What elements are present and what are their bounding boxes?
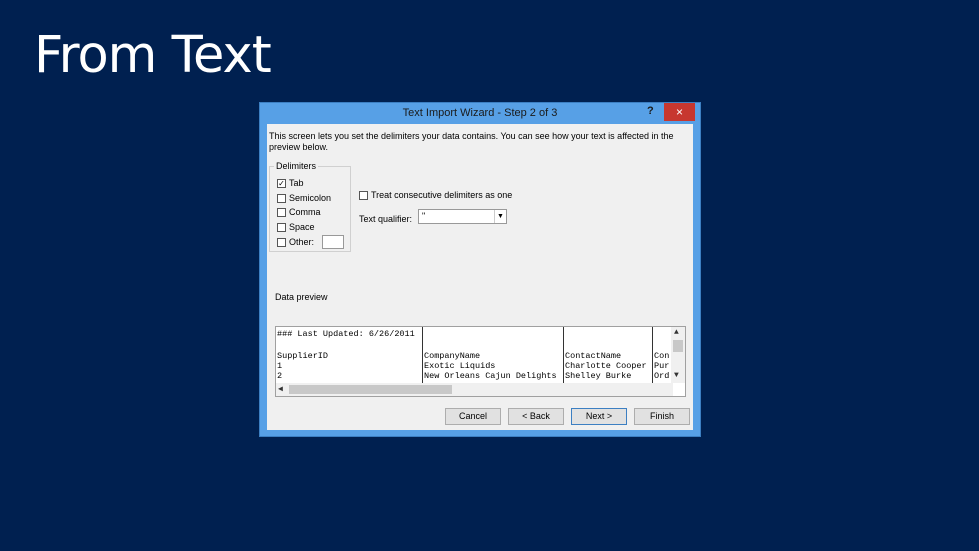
dialog-titlebar[interactable]: Text Import Wizard - Step 2 of 3 ? × <box>260 103 700 124</box>
preview-cell: CompanyName <box>424 351 481 361</box>
comma-label: Comma <box>289 207 321 217</box>
preview-column[interactable]: Con Pur Ord <box>653 327 672 383</box>
wizard-description: This screen lets you set the delimiters … <box>269 131 674 152</box>
dialog-body: This screen lets you set the delimiters … <box>267 124 693 430</box>
comma-checkbox[interactable] <box>277 207 286 217</box>
preview-cell: New Orleans Cajun Delights <box>424 371 557 381</box>
scroll-up-icon[interactable]: ▲ <box>674 328 679 337</box>
close-button[interactable]: × <box>664 103 695 121</box>
preview-column[interactable]: CompanyName Exotic Liquids New Orleans C… <box>423 327 564 383</box>
vertical-scroll-thumb[interactable] <box>673 340 683 352</box>
preview-cell: 2 <box>277 371 283 381</box>
dialog-title: Text Import Wizard - Step 2 of 3 <box>402 107 558 119</box>
next-button[interactable]: Next > <box>571 408 627 425</box>
consecutive-delimiters-checkbox[interactable] <box>359 190 368 200</box>
space-checkbox[interactable] <box>277 222 286 232</box>
preview-cell: Shelley Burke <box>565 371 632 381</box>
slide-title: From Text <box>34 26 272 85</box>
cancel-button[interactable]: Cancel <box>445 408 501 425</box>
data-preview-grid[interactable]: ### Last Updated: 6/26/2011 SupplierID 1… <box>275 326 686 397</box>
horizontal-scroll-thumb[interactable] <box>289 385 452 394</box>
comma-checkbox-row[interactable]: Comma <box>277 206 321 218</box>
text-qualifier-select[interactable]: " ▼ <box>418 209 507 224</box>
preview-column[interactable]: ContactName Charlotte Cooper Shelley Bur… <box>564 327 653 383</box>
preview-cell: Exotic Liquids <box>424 361 496 371</box>
preview-cell: Ord <box>654 371 670 381</box>
tab-label: Tab <box>289 178 304 188</box>
consecutive-delimiters-label: Treat consecutive delimiters as one <box>371 190 513 200</box>
data-preview-label: Data preview <box>275 292 328 302</box>
space-label: Space <box>289 222 315 232</box>
horizontal-scrollbar[interactable]: ◀ <box>276 383 673 396</box>
preview-cell: ContactName <box>565 351 622 361</box>
preview-cell: Con <box>654 351 670 361</box>
chevron-down-icon[interactable]: ▼ <box>494 210 506 223</box>
other-checkbox-row[interactable]: Other: <box>277 236 314 248</box>
space-checkbox-row[interactable]: Space <box>277 221 315 233</box>
tab-checkbox[interactable]: ✓ <box>277 178 286 188</box>
help-button[interactable]: ? <box>647 105 654 117</box>
semicolon-label: Semicolon <box>289 193 332 203</box>
vertical-scrollbar[interactable]: ▲ ▼ <box>671 327 685 383</box>
finish-button[interactable]: Finish <box>634 408 690 425</box>
other-label: Other: <box>289 237 315 247</box>
preview-cell: Pur <box>654 361 670 371</box>
preview-cell: Charlotte Cooper <box>565 361 647 371</box>
other-checkbox[interactable] <box>277 237 286 247</box>
back-button[interactable]: < Back <box>508 408 564 425</box>
semicolon-checkbox[interactable] <box>277 193 286 203</box>
text-qualifier-label: Text qualifier: <box>359 214 413 224</box>
preview-cell: SupplierID <box>277 351 329 361</box>
scroll-down-icon[interactable]: ▼ <box>674 371 679 380</box>
preview-cell: 1 <box>277 361 283 371</box>
text-qualifier-value: " <box>422 211 426 221</box>
consecutive-delimiters-row[interactable]: Treat consecutive delimiters as one <box>359 190 512 200</box>
preview-cell: ### Last Updated: 6/26/2011 <box>277 329 415 339</box>
tab-checkbox-row[interactable]: ✓ Tab <box>277 177 304 189</box>
delimiters-group: Delimiters ✓ Tab Semicolon Comma Space O… <box>269 161 351 252</box>
semicolon-checkbox-row[interactable]: Semicolon <box>277 192 331 204</box>
scroll-left-icon[interactable]: ◀ <box>278 384 283 394</box>
delimiters-legend: Delimiters <box>274 161 319 171</box>
text-import-wizard-dialog: Text Import Wizard - Step 2 of 3 ? × Thi… <box>259 102 701 437</box>
other-delimiter-input[interactable] <box>322 235 344 249</box>
preview-column[interactable]: ### Last Updated: 6/26/2011 SupplierID 1… <box>276 327 423 383</box>
